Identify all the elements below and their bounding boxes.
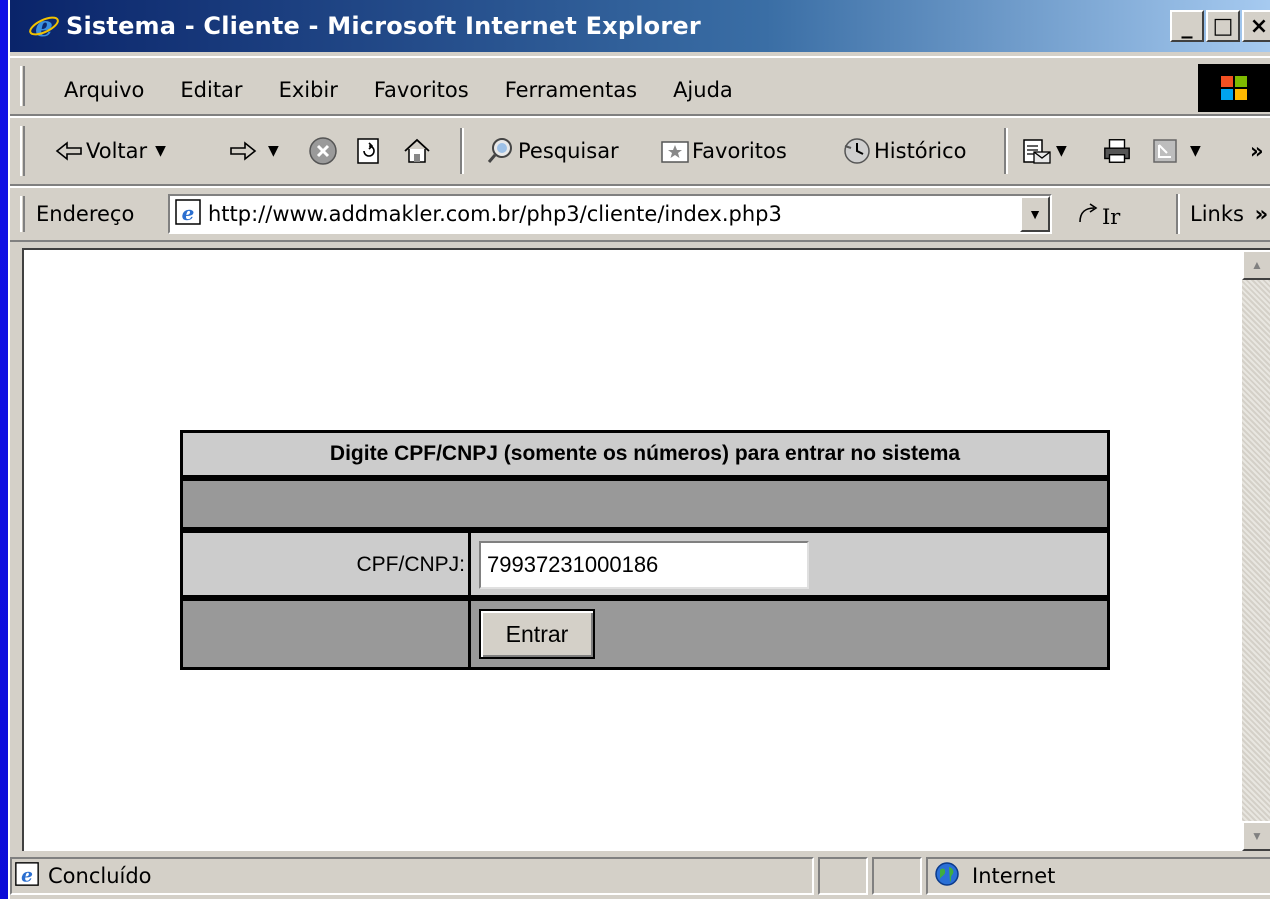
menu-editar[interactable]: Editar xyxy=(180,78,242,102)
caption-buttons: _ □ × xyxy=(1170,10,1270,42)
page-icon: e xyxy=(174,198,202,231)
edit-page-icon xyxy=(1150,136,1180,166)
stop-icon xyxy=(308,136,338,166)
status-zone-cell: Internet xyxy=(926,857,1270,895)
status-progress-cell xyxy=(818,857,868,895)
address-dropdown-icon[interactable]: ▼ xyxy=(1020,196,1050,232)
forward-dropdown-icon[interactable]: ▼ xyxy=(268,143,279,159)
links-button[interactable]: Links » xyxy=(1190,202,1268,226)
svg-text:e: e xyxy=(35,10,53,42)
login-input-row: CPF/CNPJ: xyxy=(183,533,1107,598)
search-icon xyxy=(486,136,516,166)
ie-logo-icon: e xyxy=(28,10,60,43)
go-button[interactable]: Ir xyxy=(1076,202,1120,231)
scroll-up-icon[interactable]: ▲ xyxy=(1242,250,1270,280)
menu-ferramentas[interactable]: Ferramentas xyxy=(505,78,637,102)
browser-window: e Sistema - Cliente - Microsoft Internet… xyxy=(8,0,1270,899)
status-text-cell: e Concluído xyxy=(10,857,814,895)
links-label: Links xyxy=(1190,202,1244,226)
menu-bar: Arquivo Editar Exibir Favoritos Ferramen… xyxy=(10,56,1270,116)
forward-arrow-icon xyxy=(228,136,258,166)
internet-globe-icon xyxy=(934,861,960,892)
address-separator xyxy=(1176,194,1180,234)
go-label: Ir xyxy=(1102,204,1121,229)
refresh-icon xyxy=(354,136,384,166)
mail-button[interactable]: ▼ xyxy=(1022,118,1067,184)
cpf-cnpj-input[interactable] xyxy=(479,541,809,589)
home-button[interactable] xyxy=(402,118,434,184)
history-label: Histórico xyxy=(874,139,967,163)
status-security-cell xyxy=(872,857,922,895)
home-icon xyxy=(402,136,432,166)
printer-icon xyxy=(1102,136,1132,166)
toolbar-grip[interactable] xyxy=(20,126,25,176)
history-icon xyxy=(842,136,872,166)
print-button[interactable] xyxy=(1102,118,1134,184)
back-button[interactable]: Voltar ▼ xyxy=(54,118,166,184)
minimize-button[interactable]: _ xyxy=(1170,10,1204,42)
login-table: Digite CPF/CNPJ (somente os números) par… xyxy=(180,430,1110,670)
toolbar-overflow-icon[interactable]: » xyxy=(1250,118,1264,184)
toolbar-separator xyxy=(1004,128,1008,174)
stop-button[interactable] xyxy=(308,118,340,184)
login-spacer-row xyxy=(183,481,1107,530)
address-input[interactable]: e http://www.addmakler.com.br/php3/clien… xyxy=(168,194,1052,234)
login-header: Digite CPF/CNPJ (somente os números) par… xyxy=(183,433,1107,478)
address-grip[interactable] xyxy=(20,196,25,232)
edit-dropdown-icon[interactable]: ▼ xyxy=(1190,143,1201,159)
svg-text:e: e xyxy=(21,865,33,886)
login-button-row: Entrar xyxy=(183,601,1107,667)
mail-icon xyxy=(1022,136,1052,166)
search-button[interactable]: Pesquisar xyxy=(486,118,619,184)
page-content: Digite CPF/CNPJ (somente os números) par… xyxy=(22,248,1270,851)
status-bar: e Concluído Internet xyxy=(10,853,1270,899)
favorites-star-icon xyxy=(660,136,690,166)
window-title: Sistema - Cliente - Microsoft Internet E… xyxy=(66,12,701,40)
toolbar-separator xyxy=(460,128,464,174)
status-text: Concluído xyxy=(48,864,152,888)
standard-toolbar: Voltar ▼ ▼ Pesquisar Favoritos Histórico… xyxy=(10,116,1270,186)
cpf-cnpj-label: CPF/CNPJ: xyxy=(356,553,465,576)
mail-dropdown-icon[interactable]: ▼ xyxy=(1056,143,1067,159)
search-label: Pesquisar xyxy=(518,139,619,163)
refresh-button[interactable] xyxy=(354,118,386,184)
menu-ajuda[interactable]: Ajuda xyxy=(673,78,733,102)
windows-logo-icon xyxy=(1198,64,1270,112)
links-overflow-icon: » xyxy=(1254,202,1269,226)
back-dropdown-icon[interactable]: ▼ xyxy=(155,143,166,159)
status-zone: Internet xyxy=(972,864,1056,888)
menu-arquivo[interactable]: Arquivo xyxy=(64,78,144,102)
back-label: Voltar xyxy=(86,139,148,163)
entrar-button[interactable]: Entrar xyxy=(479,609,595,659)
status-page-icon: e xyxy=(14,861,40,892)
menu-favoritos[interactable]: Favoritos xyxy=(374,78,469,102)
address-label: Endereço xyxy=(36,202,135,226)
title-bar[interactable]: e Sistema - Cliente - Microsoft Internet… xyxy=(10,0,1270,52)
column-divider xyxy=(468,533,471,667)
back-arrow-icon xyxy=(54,136,84,166)
scroll-down-icon[interactable]: ▼ xyxy=(1242,821,1270,851)
close-button[interactable]: × xyxy=(1242,10,1270,42)
history-button[interactable]: Histórico xyxy=(842,118,967,184)
vertical-scrollbar[interactable]: ▲ ▼ xyxy=(1242,250,1270,851)
edit-button[interactable]: ▼ xyxy=(1150,118,1201,184)
menu-exibir[interactable]: Exibir xyxy=(279,78,338,102)
svg-text:e: e xyxy=(182,201,195,225)
forward-button[interactable]: ▼ xyxy=(228,118,279,184)
address-url: http://www.addmakler.com.br/php3/cliente… xyxy=(208,202,782,226)
favorites-button[interactable]: Favoritos xyxy=(660,118,787,184)
maximize-button[interactable]: □ xyxy=(1206,10,1240,42)
address-bar: Endereço e http://www.addmakler.com.br/p… xyxy=(10,186,1270,242)
favorites-label: Favoritos xyxy=(692,139,787,163)
menu-grip[interactable] xyxy=(20,66,25,106)
go-arrow-icon xyxy=(1076,202,1102,231)
